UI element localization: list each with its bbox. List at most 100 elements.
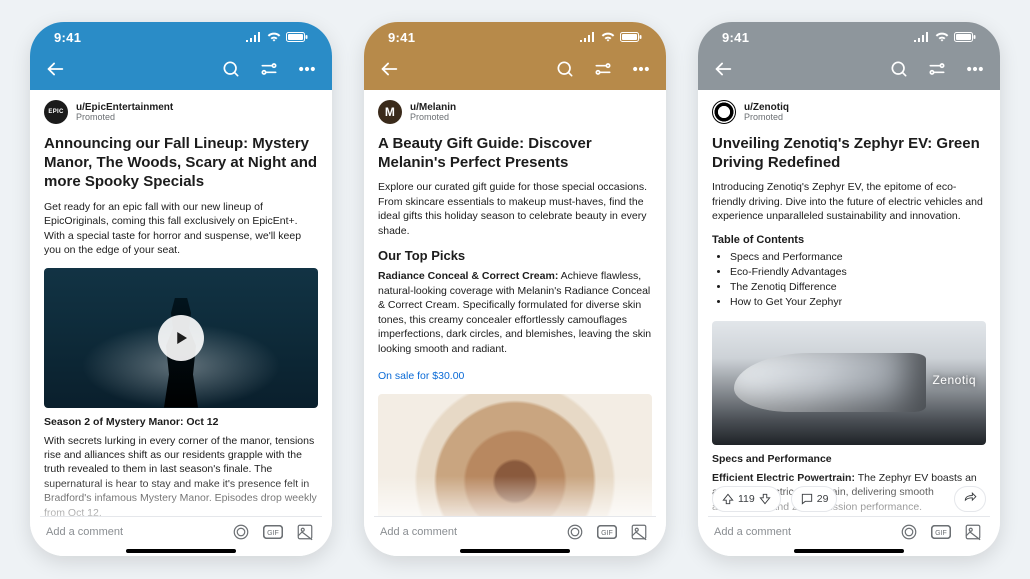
status-bar: 9:41 (30, 22, 332, 52)
comment-input[interactable]: Add a comment (46, 526, 123, 538)
toc-item[interactable]: How to Get Your Zephyr (730, 295, 986, 310)
status-bar: 9:41 (364, 22, 666, 52)
app-header: 9:41 (364, 22, 666, 90)
phone-zenotiq: 9:41 u/Zenotiq (698, 22, 1000, 556)
feature-name: Efficient Electric Powertrain: (712, 472, 855, 484)
comment-input[interactable]: Add a comment (380, 526, 457, 538)
price-link[interactable]: On sale for $30.00 (378, 370, 464, 382)
signal-icon (914, 32, 930, 42)
post-body: With secrets lurking in every corner of … (44, 434, 318, 521)
downvote-icon (758, 492, 772, 506)
post-intro: Introducing Zenotiq's Zephyr EV, the epi… (712, 180, 986, 223)
poster-name: u/Zenotiq (744, 102, 789, 113)
post-intro: Get ready for an epic fall with our new … (44, 200, 318, 258)
comment-count: 29 (817, 493, 829, 505)
avatar: M (378, 100, 402, 124)
video-thumbnail[interactable] (44, 268, 318, 408)
sort-button[interactable] (258, 58, 280, 80)
status-time: 9:41 (722, 30, 749, 45)
status-icons (914, 32, 976, 42)
post-title: Unveiling Zenotiq's Zephyr EV: Green Dri… (712, 134, 986, 172)
gif-icon[interactable]: GIF (262, 521, 284, 543)
battery-icon (620, 32, 642, 42)
signal-icon (246, 32, 262, 42)
share-pill[interactable] (954, 486, 986, 512)
image-attach-icon[interactable] (294, 521, 316, 543)
status-time: 9:41 (54, 30, 81, 45)
comment-bar: Add a comment GIF (40, 516, 322, 546)
post-intro: Explore our curated gift guide for those… (378, 180, 652, 238)
status-icons (246, 32, 308, 42)
status-bar: 9:41 (698, 22, 1000, 52)
back-button[interactable] (712, 58, 734, 80)
promoted-label: Promoted (410, 113, 456, 123)
toc-item[interactable]: The Zenotiq Difference (730, 280, 986, 295)
promoted-label: Promoted (76, 113, 173, 123)
product-description: Achieve flawless, natural-looking covera… (378, 270, 651, 354)
avatar (712, 100, 736, 124)
more-button[interactable] (964, 58, 986, 80)
toc-heading: Table of Contents (712, 234, 986, 246)
svg-text:GIF: GIF (601, 530, 613, 537)
poster-name: u/Melanin (410, 102, 456, 113)
app-header: 9:41 (698, 22, 1000, 90)
product-name: Radiance Conceal & Correct Cream: (378, 270, 558, 282)
phone-epic: 9:41 EPIC (30, 22, 332, 556)
nav-bar (364, 52, 666, 90)
phone-mockup-row: 9:41 EPIC (0, 0, 1030, 578)
table-of-contents: Specs and Performance Eco-Friendly Advan… (712, 250, 986, 311)
poster-name: u/EpicEntertainment (76, 102, 173, 113)
more-button[interactable] (630, 58, 652, 80)
image-brand-overlay: Zenotiq (932, 373, 976, 387)
comment-input[interactable]: Add a comment (714, 526, 791, 538)
hero-image[interactable]: Zenotiq (712, 321, 986, 445)
home-indicator (460, 549, 570, 553)
search-button[interactable] (220, 58, 242, 80)
share-icon (963, 492, 977, 506)
more-button[interactable] (296, 58, 318, 80)
phone-melanin: 9:41 M u/Melanin (364, 22, 666, 556)
sticker-icon[interactable] (230, 521, 252, 543)
toc-item[interactable]: Specs and Performance (730, 250, 986, 265)
comment-bar: Add a comment GIF (374, 516, 656, 546)
post-header[interactable]: M u/Melanin Promoted (378, 90, 652, 124)
search-button[interactable] (888, 58, 910, 80)
section-heading: Specs and Performance (712, 453, 986, 465)
search-button[interactable] (554, 58, 576, 80)
upvote-icon (721, 492, 735, 506)
home-indicator (126, 549, 236, 553)
gif-icon[interactable]: GIF (930, 521, 952, 543)
wifi-icon (267, 32, 281, 42)
vote-pill[interactable]: 119 (712, 486, 781, 512)
comments-pill[interactable]: 29 (791, 486, 838, 512)
promoted-label: Promoted (744, 113, 789, 123)
avatar: EPIC (44, 100, 68, 124)
app-header: 9:41 (30, 22, 332, 90)
sticker-icon[interactable] (898, 521, 920, 543)
back-button[interactable] (378, 58, 400, 80)
sticker-icon[interactable] (564, 521, 586, 543)
image-attach-icon[interactable] (628, 521, 650, 543)
back-button[interactable] (44, 58, 66, 80)
section-heading: Our Top Picks (378, 248, 652, 263)
post-title: A Beauty Gift Guide: Discover Melanin's … (378, 134, 652, 172)
svg-text:GIF: GIF (935, 530, 947, 537)
play-icon (158, 315, 204, 361)
battery-icon (286, 32, 308, 42)
toc-item[interactable]: Eco-Friendly Advantages (730, 265, 986, 280)
comment-icon (800, 492, 814, 506)
gif-icon[interactable]: GIF (596, 521, 618, 543)
status-icons (580, 32, 642, 42)
comment-bar: Add a comment GIF (708, 516, 990, 546)
post-header[interactable]: EPIC u/EpicEntertainment Promoted (44, 90, 318, 124)
product-blurb: Radiance Conceal & Correct Cream: Achiev… (378, 269, 652, 356)
status-time: 9:41 (388, 30, 415, 45)
battery-icon (954, 32, 976, 42)
post-header[interactable]: u/Zenotiq Promoted (712, 90, 986, 124)
post-content: M u/Melanin Promoted A Beauty Gift Guide… (364, 90, 666, 556)
sort-button[interactable] (926, 58, 948, 80)
image-attach-icon[interactable] (962, 521, 984, 543)
nav-bar (698, 52, 1000, 90)
sort-button[interactable] (592, 58, 614, 80)
wifi-icon (601, 32, 615, 42)
